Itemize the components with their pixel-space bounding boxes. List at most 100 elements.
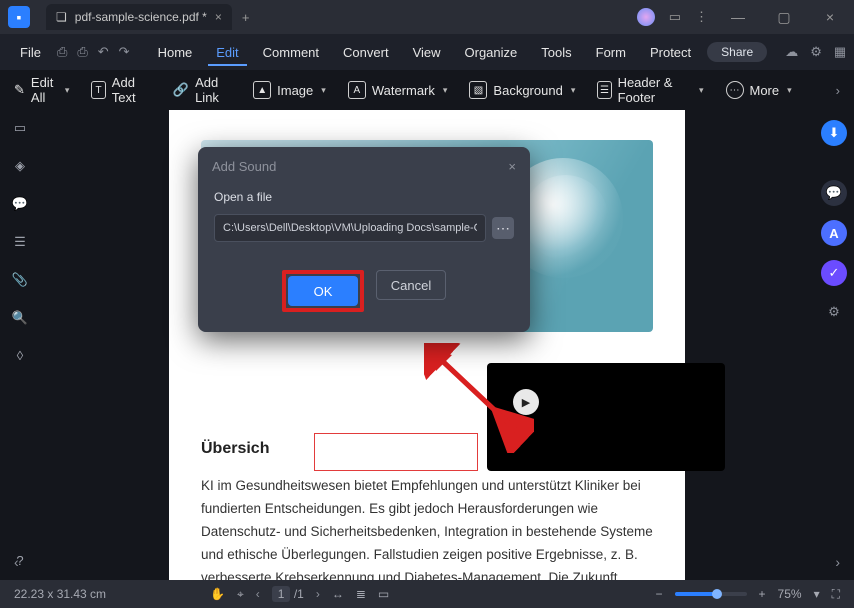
doc-body-text: KI im Gesundheitswesen bietet Empfehlung… — [201, 475, 653, 580]
search-icon[interactable]: 🔍 — [12, 310, 28, 326]
edit-toolbar: ✎ Edit All T Add Text 🔗 Add Link ▲ Image… — [0, 70, 854, 110]
menu-organize[interactable]: Organize — [457, 39, 526, 66]
edit-all-tool[interactable]: ✎ Edit All — [14, 75, 69, 105]
edit-all-label: Edit All — [31, 75, 57, 105]
more-icon-circle: ⋯ — [726, 81, 744, 99]
zoom-slider[interactable] — [675, 592, 747, 596]
open-file-label: Open a file — [214, 190, 514, 204]
thumbnails-icon[interactable]: ▭ — [14, 120, 26, 136]
ok-button[interactable]: OK — [288, 276, 358, 306]
total-pages: /1 — [294, 587, 304, 601]
add-text-label: Add Text — [112, 75, 151, 105]
background-tool[interactable]: ▧ Background — [469, 81, 575, 99]
new-tab-button[interactable]: + — [242, 10, 250, 25]
prev-page-chevron[interactable]: ‹ — [14, 554, 19, 570]
image-tool[interactable]: ▲ Image — [253, 81, 326, 99]
toolbar-overflow-chevron[interactable]: › — [836, 83, 840, 98]
download-button[interactable]: ⬇ — [821, 120, 847, 146]
cancel-button[interactable]: Cancel — [376, 270, 446, 300]
right-sidebar: ⬇ 💬 A ✓ ⚙ — [814, 110, 854, 580]
menu-comment[interactable]: Comment — [255, 39, 327, 66]
title-bar: ▪ ❏ pdf-sample-science.pdf * × + ▭ ⋮ — ▢… — [0, 0, 854, 34]
ai-button[interactable]: A — [821, 220, 847, 246]
add-link-tool[interactable]: 🔗 Add Link — [173, 75, 231, 105]
comments-icon[interactable]: 💬 — [12, 196, 28, 212]
share-button[interactable]: Share — [707, 42, 767, 62]
app-icon[interactable]: ▪ — [8, 6, 30, 28]
left-sidebar: ▭ ◈ 💬 ☰ 📎 🔍 ◊ ? — [0, 110, 40, 580]
dialog-title: Add Sound — [212, 159, 276, 174]
embedded-media-box[interactable]: ▶ — [487, 363, 725, 471]
chat-button[interactable]: 💬 — [821, 180, 847, 206]
menu-file[interactable]: File — [12, 39, 49, 66]
close-window-button[interactable]: × — [814, 1, 846, 33]
document-tab[interactable]: ❏ pdf-sample-science.pdf * × — [46, 4, 232, 30]
dialog-close-icon[interactable]: × — [508, 159, 516, 174]
menu-view[interactable]: View — [405, 39, 449, 66]
bookmarks-icon[interactable]: ◈ — [15, 158, 25, 174]
user-avatar[interactable] — [637, 8, 655, 26]
right-properties-icon[interactable]: ⚙ — [828, 304, 840, 320]
save-icon[interactable]: ⎙ — [57, 44, 67, 60]
watermark-label: Watermark — [372, 83, 435, 98]
pencil-icon: ✎ — [14, 82, 25, 98]
next-page-chevron[interactable]: › — [835, 554, 840, 570]
scroll-mode-icon[interactable]: ≣ — [356, 587, 366, 601]
zoom-dropdown-icon[interactable]: ▾ — [814, 587, 820, 601]
status-bar: 22.23 x 31.43 cm ✋ ⌖ ‹ 1 /1 › ↔ ≣ ▭ − + … — [0, 580, 854, 608]
tab-title: pdf-sample-science.pdf * — [75, 10, 207, 24]
undo-icon[interactable]: ↶ — [98, 44, 109, 60]
page-prev-icon[interactable]: ‹ — [256, 587, 260, 601]
maximize-button[interactable]: ▢ — [768, 1, 800, 33]
redo-icon[interactable]: ↷ — [119, 44, 130, 60]
attachments-icon[interactable]: 📎 — [12, 272, 28, 288]
stamps-icon[interactable]: ☰ — [14, 234, 26, 250]
hand-tool-icon[interactable]: ✋ — [210, 587, 225, 601]
play-icon[interactable]: ▶ — [513, 389, 539, 415]
settings-icon[interactable]: ⚙ — [810, 44, 822, 60]
header-footer-tool[interactable]: ☰ Header & Footer — [597, 75, 703, 105]
reading-mode-icon[interactable]: ▭ — [378, 587, 389, 601]
print-icon[interactable]: ⎙ — [77, 44, 87, 60]
add-link-label: Add Link — [195, 75, 231, 105]
layers-icon[interactable]: ◊ — [17, 348, 23, 363]
menu-convert[interactable]: Convert — [335, 39, 397, 66]
header-footer-label: Header & Footer — [618, 75, 691, 105]
page-indicator[interactable]: 1 /1 — [272, 587, 304, 601]
cloud-icon[interactable]: ☁ — [785, 44, 798, 60]
feedback-icon[interactable]: ▭ — [669, 9, 681, 25]
zoom-in-icon[interactable]: + — [759, 587, 766, 601]
select-tool-icon[interactable]: ⌖ — [237, 587, 244, 602]
check-button[interactable]: ✓ — [821, 260, 847, 286]
add-sound-dialog: Add Sound × Open a file ⋯ OK Cancel — [198, 147, 530, 332]
add-text-tool[interactable]: T Add Text — [91, 75, 151, 105]
more-icon[interactable]: ⋮ — [695, 9, 708, 25]
menu-form[interactable]: Form — [588, 39, 634, 66]
text-icon: T — [91, 81, 105, 99]
menu-protect[interactable]: Protect — [642, 39, 699, 66]
menu-home[interactable]: Home — [150, 39, 201, 66]
header-footer-icon: ☰ — [597, 81, 611, 99]
fullscreen-icon[interactable]: ⛶ — [832, 587, 840, 602]
tab-bookmark-icon: ❏ — [56, 10, 67, 24]
current-page[interactable]: 1 — [272, 586, 291, 602]
zoom-out-icon[interactable]: − — [656, 587, 663, 601]
fit-width-icon[interactable]: ↔ — [332, 587, 344, 601]
background-label: Background — [493, 83, 562, 98]
window-icon[interactable]: ▦ — [834, 44, 846, 60]
file-path-input[interactable] — [214, 214, 486, 242]
tab-close-icon[interactable]: × — [215, 10, 222, 24]
more-tool[interactable]: ⋯ More — [726, 81, 792, 99]
menu-edit[interactable]: Edit — [208, 39, 246, 66]
link-icon: 🔗 — [173, 82, 189, 98]
menu-tools[interactable]: Tools — [533, 39, 579, 66]
browse-button[interactable]: ⋯ — [492, 217, 514, 239]
image-label: Image — [277, 83, 313, 98]
watermark-tool[interactable]: A Watermark — [348, 81, 448, 99]
minimize-button[interactable]: — — [722, 1, 754, 33]
ok-highlight: OK — [282, 270, 364, 312]
menu-bar: File ⎙ ⎙ ↶ ↷ Home Edit Comment Convert V… — [0, 34, 854, 70]
zoom-level[interactable]: 75% — [778, 587, 802, 601]
sound-annotation-rect[interactable] — [314, 433, 478, 471]
page-next-icon[interactable]: › — [316, 587, 320, 601]
